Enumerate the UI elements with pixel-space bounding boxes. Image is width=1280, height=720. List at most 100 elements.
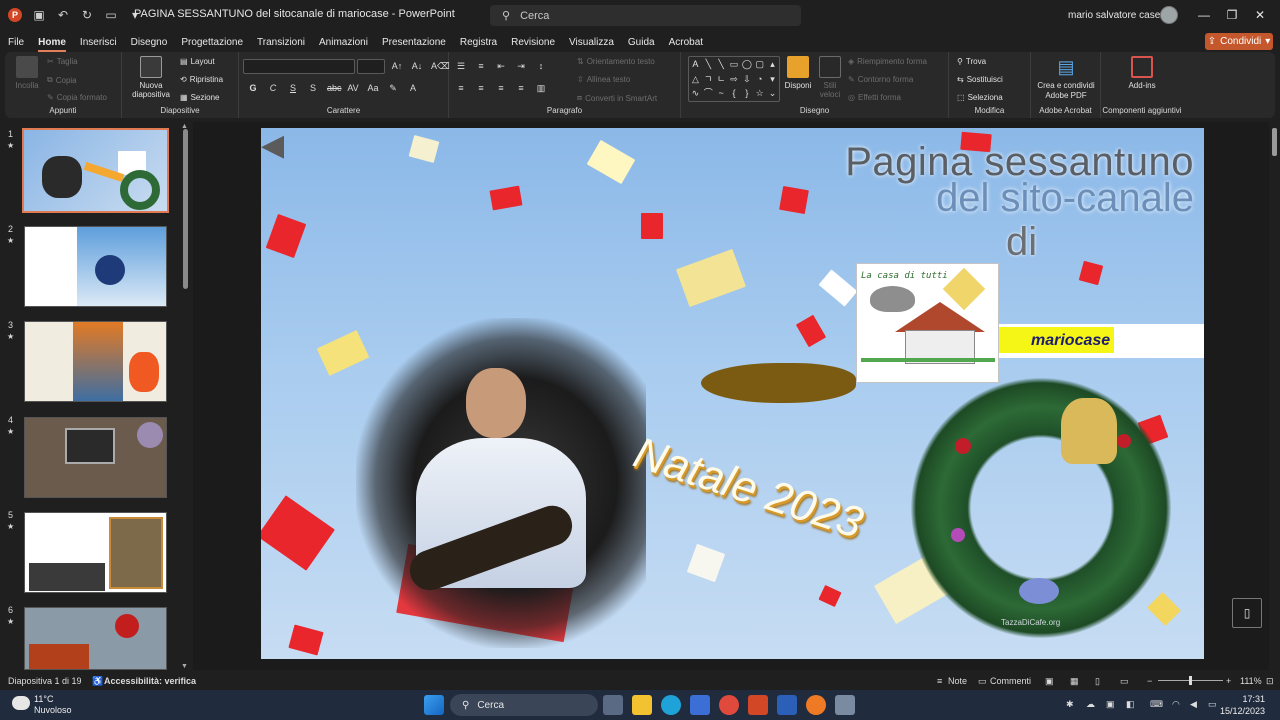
decrease-indent-icon[interactable]: ⇤ [495, 61, 507, 72]
addins-button[interactable]: Add-ins [1121, 56, 1163, 90]
freeform-icon[interactable]: ~ [715, 86, 728, 101]
line-icon[interactable]: ╲ [702, 57, 715, 72]
curve-icon[interactable]: ∿ [689, 86, 702, 101]
layout-button[interactable]: ▤ Layout [180, 57, 215, 66]
new-slide-button[interactable]: Nuova diapositiva [126, 56, 176, 99]
thumbnails-scrollbar[interactable] [183, 129, 188, 289]
connector-icon[interactable]: ㄱ [702, 72, 715, 87]
arrange-button[interactable]: Disponi [783, 56, 813, 90]
shape-icon[interactable]: ◔ [753, 72, 766, 87]
edge-icon[interactable] [661, 695, 681, 715]
align-right-icon[interactable]: ≡ [495, 83, 507, 94]
tab-home[interactable]: Home [38, 37, 66, 52]
rectangle-icon[interactable]: ▭ [728, 57, 741, 72]
slide-thumbnail-6[interactable] [24, 607, 167, 670]
font-color-icon[interactable]: A [407, 83, 419, 94]
zoom-out-icon[interactable]: − [1147, 676, 1152, 686]
file-explorer-icon[interactable] [632, 695, 652, 715]
word-icon[interactable] [777, 695, 797, 715]
christmas-wreath-image[interactable] [911, 378, 1171, 638]
camera-icon[interactable] [835, 695, 855, 715]
tray-app-icon[interactable]: ▣ [1106, 699, 1115, 710]
system-clock[interactable]: 17:31 15/12/2023 [1220, 693, 1265, 717]
tab-help[interactable]: Guida [628, 37, 655, 48]
scroll-down-icon[interactable]: ▼ [181, 663, 188, 670]
notes-button[interactable]: Note [948, 676, 967, 686]
avatar[interactable] [1160, 6, 1178, 24]
italic-icon[interactable]: C [267, 83, 279, 94]
reading-view-icon[interactable]: ▯ [1095, 676, 1100, 687]
slide-title-line3[interactable]: di [1006, 220, 1037, 265]
tab-animations[interactable]: Animazioni [319, 37, 368, 48]
bullets-icon[interactable]: ☰ [455, 61, 467, 72]
house-logo[interactable]: La casa di tutti [856, 263, 999, 383]
share-button[interactable]: ⇪ Condividi ▾ [1205, 33, 1273, 50]
textbox-icon[interactable]: A [689, 57, 702, 72]
fit-to-window-icon[interactable]: ⊡ [1266, 676, 1274, 687]
case-icon[interactable]: Aa [367, 83, 379, 94]
search-input[interactable]: ⚲ Cerca [490, 5, 801, 26]
slideshow-icon[interactable]: ▭ [1120, 676, 1129, 687]
slide-title-line2[interactable]: del sito-canale [936, 176, 1194, 221]
reset-button[interactable]: ⟲ Ripristina [180, 75, 223, 84]
tab-insert[interactable]: Inserisci [80, 37, 117, 48]
grow-font-icon[interactable]: A↑ [391, 61, 403, 72]
slide-thumbnail-3[interactable] [24, 321, 167, 402]
slide-sorter-icon[interactable]: ▦ [1070, 676, 1079, 687]
paste-button[interactable]: Incolla [11, 56, 43, 90]
tray-app-icon[interactable]: ☁ [1086, 699, 1095, 710]
zoom-level[interactable]: 111% [1240, 676, 1262, 686]
slide-thumbnail-5[interactable] [24, 512, 167, 593]
select-button[interactable]: ⬚ Seleziona [957, 93, 1003, 102]
comments-icon[interactable]: ▭ [978, 676, 987, 687]
notes-icon[interactable]: ≡ [937, 676, 942, 686]
align-center-icon[interactable]: ≡ [475, 83, 487, 94]
rounded-rectangle-icon[interactable]: ▢ [753, 57, 766, 72]
taskbar-search[interactable]: ⚲ Cerca [450, 694, 598, 716]
audio-speaker-icon[interactable]: ◀ [261, 128, 301, 168]
zoom-slider-thumb[interactable] [1189, 676, 1192, 685]
line-icon[interactable]: ╲ [715, 57, 728, 72]
powerpoint-taskbar-icon[interactable] [748, 695, 768, 715]
section-button[interactable]: ▦ Sezione [180, 93, 219, 102]
scroll-down-icon[interactable]: ▾ [766, 72, 779, 87]
arrow-down-icon[interactable]: ⇩ [740, 72, 753, 87]
find-button[interactable]: ⚲ Trova [957, 57, 986, 66]
clear-format-icon[interactable]: A⌫ [431, 61, 450, 72]
save-icon[interactable]: ▣ [32, 8, 46, 22]
tray-app-icon[interactable]: ◧ [1126, 699, 1135, 710]
volume-icon[interactable]: ◀ [1190, 699, 1197, 710]
restore-icon[interactable]: ❐ [1225, 8, 1239, 22]
slide-thumbnail-4[interactable] [24, 417, 167, 498]
accessibility-check[interactable]: Accessibilità: verifica [104, 676, 196, 686]
columns-icon[interactable]: ▥ [535, 83, 547, 94]
singer-photo[interactable] [356, 318, 646, 648]
bold-icon[interactable]: G [247, 83, 259, 94]
arrow-right-icon[interactable]: ⇨ [728, 72, 741, 87]
slide-canvas[interactable]: ◀ Pagina sessantuno del sito-canale di L… [261, 128, 1204, 659]
strikethrough-icon[interactable]: abc [327, 83, 342, 94]
slide-thumbnail-1[interactable] [22, 128, 169, 213]
shape-fill-button[interactable]: ◈ Riempimento forma [848, 57, 927, 66]
numbering-icon[interactable]: ≡ [475, 61, 487, 72]
spacing-icon[interactable]: AV [347, 83, 359, 94]
underline-icon[interactable]: S [287, 83, 299, 94]
shadow-icon[interactable]: S [307, 83, 319, 94]
replace-button[interactable]: ⇆ Sostituisci [957, 75, 1003, 84]
undo-icon[interactable]: ↶ [56, 8, 70, 22]
start-icon[interactable] [424, 695, 444, 715]
more-shapes-icon[interactable]: ⌄ [766, 86, 779, 101]
tree-stump-image[interactable] [701, 363, 856, 403]
tab-draw[interactable]: Disegno [131, 37, 168, 48]
tab-slideshow[interactable]: Presentazione [382, 37, 446, 48]
shrink-font-icon[interactable]: A↓ [411, 61, 423, 72]
tab-transitions[interactable]: Transizioni [257, 37, 305, 48]
accessibility-icon[interactable]: ♿ [92, 676, 103, 687]
christmas-greeting[interactable]: Natale 2023 [628, 428, 869, 549]
highlight-icon[interactable]: ✎ [387, 83, 399, 94]
brace-icon[interactable]: } [740, 86, 753, 101]
star-icon[interactable]: ☆ [753, 86, 766, 101]
slide-thumbnail-2[interactable] [24, 226, 167, 307]
align-text-button[interactable]: ⇳ Allinea testo [577, 75, 630, 84]
redo-icon[interactable]: ↻ [80, 8, 94, 22]
